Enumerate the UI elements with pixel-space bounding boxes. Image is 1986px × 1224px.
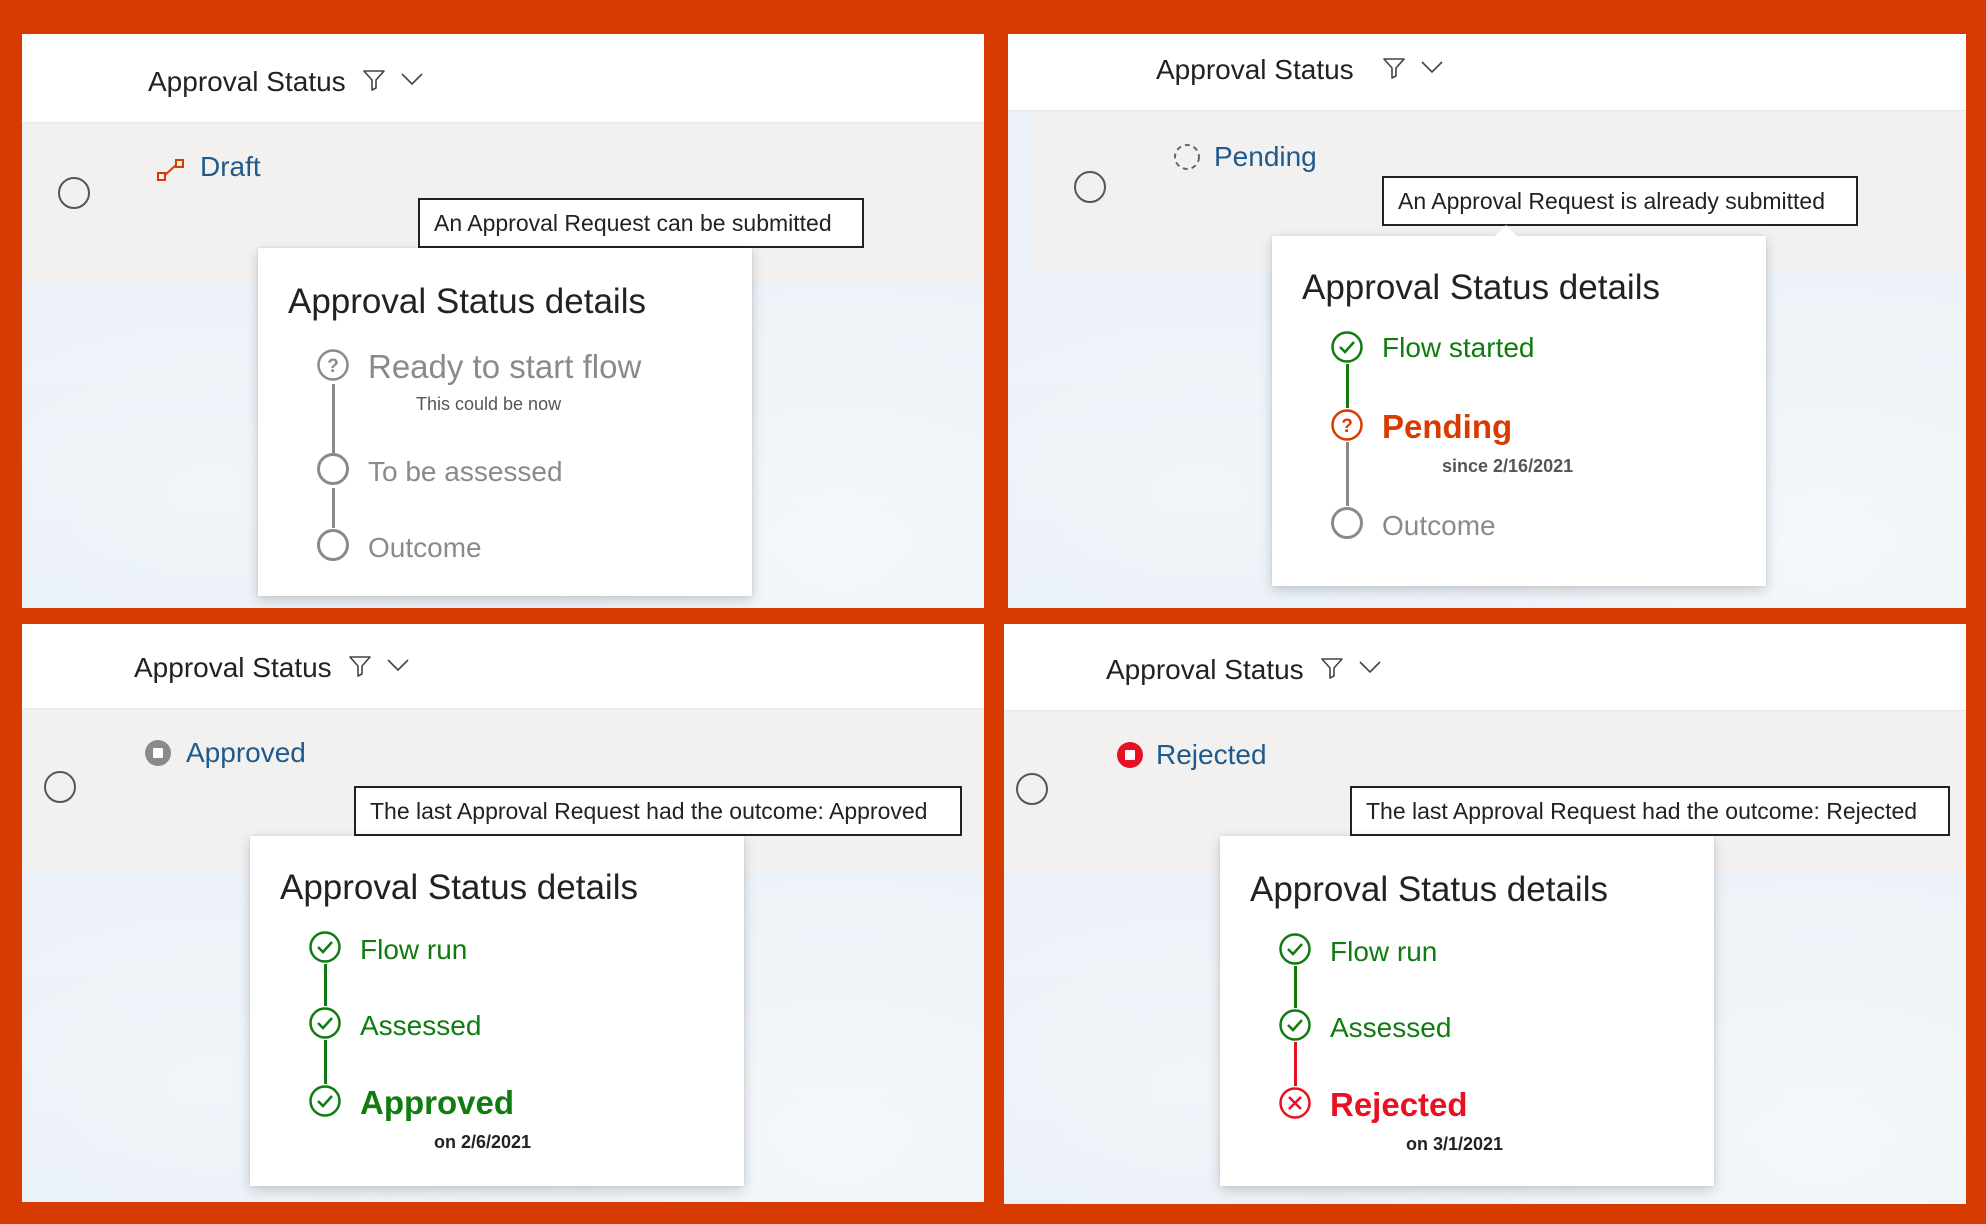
svg-text:?: ? [1341,416,1353,437]
step-connector [332,384,335,454]
filter-icon[interactable] [348,654,372,678]
step-connector [332,488,335,528]
step-subtext: on 2/6/2021 [434,1132,532,1152]
column-header-title: Approval Status [134,652,332,683]
step-label: Assessed [360,1010,482,1041]
empty-circle-icon [317,529,349,561]
column-header-title: Approval Status [1106,654,1304,685]
row-select-radio[interactable] [44,771,76,803]
status-link-approved[interactable]: Approved [186,737,306,769]
check-circle-icon [1279,1009,1311,1041]
approval-status-details-card: Approval Status details Flow run Assesse… [250,836,744,1186]
svg-text:?: ? [327,356,339,377]
question-circle-icon: ? [1331,409,1363,441]
step-connector [324,964,327,1006]
details-title: Approval Status details [1250,870,1608,909]
stop-red-icon [1117,742,1143,768]
row-select-radio[interactable] [1074,171,1106,203]
column-header-title: Approval Status [148,66,346,97]
chevron-down-icon[interactable] [386,658,410,672]
step-label: Pending [1382,408,1513,445]
step-connector [1294,1042,1297,1086]
panel-approved: Approval Status Approved The last Approv… [22,624,984,1202]
chevron-down-icon[interactable] [1420,60,1444,74]
details-title: Approval Status details [280,868,638,907]
status-link-pending[interactable]: Pending [1214,141,1317,173]
approval-status-details-card: Approval Status details Flow run Assesse… [1220,836,1714,1186]
check-circle-icon [1279,933,1311,965]
step-label: Flow run [1330,936,1438,967]
tooltip: An Approval Request can be submitted [418,198,864,248]
column-header[interactable]: Approval Status [1004,624,1966,711]
approval-status-details-card: Approval Status details ? Ready to start… [258,248,752,596]
draft-flow-icon [157,159,184,181]
check-circle-icon [1331,331,1363,363]
approval-status-details-card: Approval Status details Flow started ? P… [1272,225,1766,586]
step-label: Flow started [1382,332,1535,363]
step-subtext: since 2/16/2021 [1442,456,1574,476]
chevron-down-icon[interactable] [1358,660,1382,674]
tooltip: The last Approval Request had the outcom… [354,786,962,836]
pending-spinner-icon [1174,144,1200,170]
step-label: Outcome [368,532,482,563]
check-circle-icon [309,931,341,963]
panel-draft: Approval Status Draft An Approval Reques… [22,34,984,608]
step-subtext: on 3/1/2021 [1406,1134,1504,1154]
check-circle-icon [309,1085,341,1117]
check-circle-icon [309,1007,341,1039]
chevron-down-icon[interactable] [400,72,424,86]
filter-icon[interactable] [1320,656,1344,680]
row-select-radio[interactable] [58,177,90,209]
details-title: Approval Status details [1302,268,1660,307]
filter-icon[interactable] [362,68,386,92]
tooltip: An Approval Request is already submitted [1382,176,1858,226]
step-label: Outcome [1382,510,1496,541]
step-label: Flow run [360,934,468,965]
stop-grey-icon [145,740,171,766]
step-subtext: This could be now [416,394,562,414]
filter-icon[interactable] [1382,56,1406,80]
tooltip: The last Approval Request had the outcom… [1350,786,1950,836]
column-header[interactable]: Approval Status [22,624,984,709]
empty-circle-icon [1331,507,1363,539]
panel-pending: Approval Status Pending An Approval Requ… [1008,34,1966,608]
panel-rejected: Approval Status Rejected The last Approv… [1004,624,1966,1204]
row-select-radio[interactable] [1016,773,1048,805]
step-label: Rejected [1330,1086,1468,1123]
step-label: Ready to start flow [368,348,642,385]
step-connector [1346,364,1349,408]
question-circle-icon: ? [317,349,349,381]
step-label: Assessed [1330,1012,1452,1043]
status-link-draft[interactable]: Draft [200,151,261,183]
x-circle-icon [1279,1087,1311,1119]
empty-circle-icon [317,453,349,485]
step-label: To be assessed [368,456,563,487]
column-header[interactable]: Approval Status [1008,34,1966,111]
details-title: Approval Status details [288,282,646,321]
status-link-rejected[interactable]: Rejected [1156,739,1267,771]
step-connector [1294,966,1297,1008]
column-header[interactable]: Approval Status [22,34,984,123]
step-label: Approved [360,1084,515,1121]
column-header-title: Approval Status [1156,54,1354,85]
step-connector [324,1040,327,1084]
step-connector [1346,442,1349,506]
tooltip-caret [1494,225,1518,237]
